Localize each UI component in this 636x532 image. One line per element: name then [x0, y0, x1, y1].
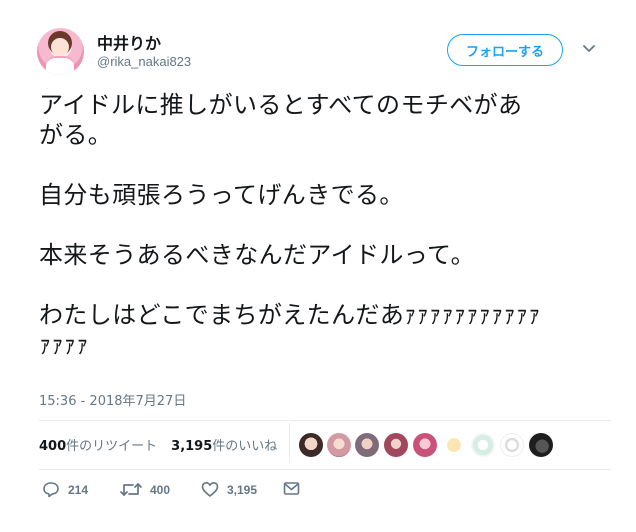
liker-avatar[interactable] — [327, 433, 351, 457]
like-count: 3,195 — [227, 482, 258, 497]
retweets-label: 件のリツイート — [66, 439, 158, 454]
user-name[interactable]: 中井りか — [97, 30, 161, 54]
tweet-line: わたしはどこでまちがえたんだあｧｧｧｧｧｧｧｧｧｧｧ — [39, 301, 541, 329]
follow-button[interactable]: フォローする — [447, 34, 563, 66]
likes-label: 件のいいね — [212, 439, 278, 454]
liker-avatar[interactable] — [529, 433, 553, 457]
tweet-line: ｧｧｧｧ — [39, 331, 89, 359]
liker-avatar[interactable] — [442, 433, 466, 457]
retweet-count: 400 — [150, 482, 171, 497]
message-icon — [283, 482, 300, 495]
user-handle[interactable]: @rika_nakai823 — [97, 54, 191, 69]
reply-button[interactable]: 214 — [42, 481, 88, 498]
reply-count: 214 — [68, 482, 89, 497]
retweet-button[interactable]: 400 — [120, 481, 170, 498]
like-button[interactable]: 3,195 — [201, 481, 257, 498]
avatar-face — [51, 38, 69, 56]
stats-separator — [289, 423, 290, 463]
like-icon — [201, 482, 219, 497]
tweet-line: 自分も頑張ろうってげんきでる。 — [39, 181, 404, 209]
reply-icon — [43, 482, 59, 498]
retweet-icon — [120, 483, 142, 496]
avatar[interactable] — [37, 28, 84, 75]
message-button[interactable] — [283, 481, 300, 496]
tweet-line: がる。 — [39, 121, 113, 149]
avatar-body — [46, 56, 74, 75]
tweet-line: アイドルに推しがいるとすべてのモチベがあ — [39, 91, 523, 119]
tweet-timestamp[interactable]: 15:36 - 2018年7月27日 — [39, 390, 186, 409]
liker-avatar[interactable] — [355, 433, 379, 457]
tweet-text: アイドルに推しがいるとすべてのモチベがあ がる。 自分も頑張ろうってげんきでる。… — [39, 90, 609, 360]
retweets-count: 400 — [39, 439, 67, 454]
divider — [39, 469, 611, 470]
liker-avatar[interactable] — [413, 433, 437, 457]
divider — [39, 420, 611, 421]
likes-count: 3,195 — [171, 439, 213, 454]
tweet-stats: 400件のリツイート 3,195件のいいね — [39, 435, 277, 454]
retweets-stat[interactable]: 400件のリツイート — [39, 435, 157, 454]
tweet-line: 本来そうあるべきなんだアイドルって。 — [39, 241, 476, 269]
liker-avatar[interactable] — [384, 433, 408, 457]
likes-stat[interactable]: 3,195件のいいね — [171, 435, 277, 454]
liker-avatar[interactable] — [299, 433, 323, 457]
liker-avatar[interactable] — [500, 433, 524, 457]
chevron-down-icon[interactable] — [582, 44, 596, 54]
liker-avatar[interactable] — [471, 433, 495, 457]
